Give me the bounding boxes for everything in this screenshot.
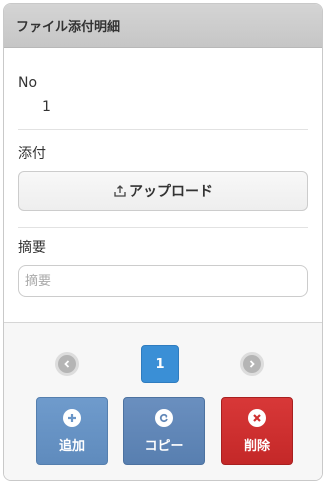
- attachment-field: 添付 アップロード: [18, 143, 308, 211]
- delete-button-label: 削除: [243, 438, 270, 454]
- no-value: 1: [42, 99, 51, 115]
- copy-button[interactable]: コピー: [123, 397, 205, 465]
- plus-circle-icon: [63, 408, 81, 427]
- redo-circle-icon: [155, 408, 173, 427]
- delete-button[interactable]: 削除: [221, 397, 293, 465]
- no-field: No 1: [18, 75, 308, 115]
- add-button-label: 追加: [58, 438, 85, 454]
- x-circle-icon: [248, 408, 266, 427]
- chevron-right-icon: [249, 360, 255, 368]
- detail-panel: ファイル添付明細 No 1 添付 アップロード 摘要 1: [3, 3, 323, 481]
- no-label: No: [18, 75, 38, 91]
- next-page-button[interactable]: [240, 352, 264, 376]
- copy-button-label: コピー: [144, 438, 184, 454]
- add-button[interactable]: 追加: [36, 397, 108, 465]
- summary-input[interactable]: [18, 265, 308, 297]
- upload-button[interactable]: アップロード: [18, 171, 308, 211]
- divider: [18, 227, 308, 228]
- prev-page-button[interactable]: [55, 352, 79, 376]
- summary-field: 摘要: [18, 237, 308, 297]
- current-page-button[interactable]: 1: [141, 345, 179, 383]
- upload-icon: [114, 185, 126, 197]
- chevron-left-icon: [64, 360, 70, 368]
- upload-button-label: アップロード: [129, 184, 213, 200]
- summary-label: 摘要: [18, 240, 46, 256]
- footer-toolbar: 1 追加 コピー 削除: [4, 322, 322, 480]
- attachment-label: 添付: [18, 146, 46, 162]
- panel-title: ファイル添付明細: [4, 4, 322, 48]
- divider: [18, 129, 308, 130]
